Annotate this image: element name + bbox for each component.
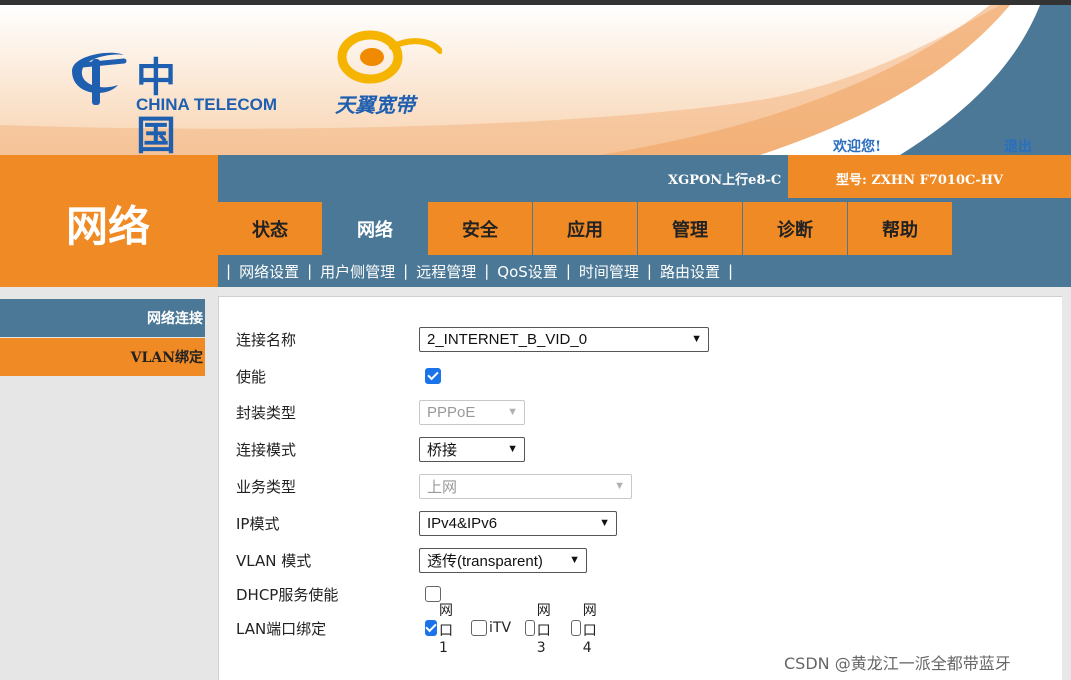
device-info-bar: XGPON上行e8-C 型号: ZXHN F7010C-HV <box>218 155 1071 198</box>
service-select: 上网 ▼ <box>419 473 632 499</box>
subtab-time[interactable]: 时间管理 <box>579 261 639 282</box>
vlan-mode-value: 透传(transparent) <box>427 552 543 570</box>
tab-diagnostics[interactable]: 诊断 <box>743 202 847 255</box>
china-telecom-emblem-icon <box>72 52 127 105</box>
conn-name-label: 连接名称 <box>236 330 297 349</box>
tab-security[interactable]: 安全 <box>428 202 532 255</box>
encap-label: 封装类型 <box>236 403 297 422</box>
sidebar-item-vlan-binding[interactable]: VLAN绑定 <box>0 338 205 376</box>
subtab-network-settings[interactable]: 网络设置 <box>239 261 299 282</box>
ip-mode-label: IP模式 <box>236 514 280 533</box>
tab-application[interactable]: 应用 <box>533 202 637 255</box>
lan-port-itv[interactable]: iTV <box>471 620 511 636</box>
content-panel: 连接名称 2_INTERNET_B_VID_0 ▼ 使能 封装类型 PPPoE … <box>218 296 1062 680</box>
subtab-separator: | <box>307 262 313 280</box>
watermark-text: CSDN @黄龙江一派全都带蓝牙 <box>784 654 1011 673</box>
subtab-remote[interactable]: 远程管理 <box>416 261 476 282</box>
subtab-separator: | <box>484 262 490 280</box>
conn-mode-select[interactable]: 桥接 ▼ <box>419 436 525 462</box>
lan-port-itv-label: iTV <box>489 620 512 636</box>
subtab-separator: | <box>565 262 571 280</box>
lan-port-group: 网口1 iTV 网口3 网口4 <box>425 600 617 656</box>
page-title: 网络 <box>66 202 151 251</box>
chevron-down-icon: ▼ <box>569 554 580 566</box>
sidebar: 网络连接 VLAN绑定 <box>0 287 218 680</box>
subtab-qos[interactable]: QoS设置 <box>497 261 558 282</box>
dhcp-label: DHCP服务使能 <box>236 585 339 604</box>
encap-select: PPPoE ▼ <box>419 399 525 425</box>
tab-status[interactable]: 状态 <box>218 202 322 255</box>
ip-mode-value: IPv4&IPv6 <box>427 514 498 532</box>
subtab-user-side[interactable]: 用户侧管理 <box>320 261 395 282</box>
main-tabs: 状态 网络 安全 应用 管理 诊断 帮助 <box>218 198 1071 255</box>
lan-port-3-label: 网口3 <box>536 603 551 656</box>
service-label: 业务类型 <box>236 477 297 496</box>
lan-port-itv-checkbox[interactable] <box>471 620 487 636</box>
conn-mode-label: 连接模式 <box>236 440 297 459</box>
subtab-separator: | <box>226 262 232 280</box>
china-telecom-logo-en: CHINA TELECOM <box>136 95 278 114</box>
page-title-panel: 网络 <box>0 155 218 287</box>
lan-port-3[interactable]: 网口3 <box>525 600 557 656</box>
tianyi-swirl-icon <box>337 30 442 84</box>
vlan-mode-label: VLAN 模式 <box>236 551 312 570</box>
uplink-type: XGPON上行e8-C <box>668 173 782 188</box>
chevron-down-icon: ▼ <box>691 333 702 345</box>
chevron-down-icon: ▼ <box>507 406 518 418</box>
lan-port-1-label: 网口1 <box>439 603 453 656</box>
sidebar-item-network-connection[interactable]: 网络连接 <box>0 299 205 337</box>
tab-management[interactable]: 管理 <box>638 202 742 255</box>
lan-port-3-checkbox[interactable] <box>525 620 535 636</box>
lan-port-1[interactable]: 网口1 <box>425 600 457 656</box>
encap-value: PPPoE <box>427 403 476 421</box>
conn-name-value: 2_INTERNET_B_VID_0 <box>427 330 588 348</box>
logout-link[interactable]: 退出 <box>1004 136 1032 155</box>
lan-port-1-checkbox[interactable] <box>425 620 437 636</box>
subtab-separator: | <box>403 262 409 280</box>
conn-mode-value: 桥接 <box>427 441 458 459</box>
subtab-routing[interactable]: 路由设置 <box>660 261 720 282</box>
ip-mode-select[interactable]: IPv4&IPv6 ▼ <box>419 510 617 536</box>
conn-name-select[interactable]: 2_INTERNET_B_VID_0 ▼ <box>419 326 709 352</box>
enable-checkbox[interactable] <box>425 368 441 384</box>
tianyi-broadband-text: 天翼宽带 <box>335 93 415 117</box>
chevron-down-icon: ▼ <box>599 517 610 529</box>
enable-label: 使能 <box>236 367 267 386</box>
lan-port-4-label: 网口4 <box>582 603 597 656</box>
sub-tabs: | 网络设置 | 用户侧管理 | 远程管理 | QoS设置 | 时间管理 | 路… <box>218 255 1071 287</box>
lan-bind-label: LAN端口绑定 <box>236 619 327 638</box>
tab-help[interactable]: 帮助 <box>848 202 952 255</box>
model-panel: 型号: ZXHN F7010C-HV <box>788 155 1071 198</box>
subtab-separator: | <box>727 262 734 280</box>
lan-port-4[interactable]: 网口4 <box>571 600 603 656</box>
header: 中国电信 CHINA TELECOM 天翼宽带 欢迎您! 退出 <box>0 5 1071 155</box>
device-model: 型号: ZXHN F7010C-HV <box>836 173 1004 188</box>
chevron-down-icon: ▼ <box>614 480 625 492</box>
chevron-down-icon: ▼ <box>507 443 518 455</box>
tab-network[interactable]: 网络 <box>323 202 427 255</box>
vlan-mode-select[interactable]: 透传(transparent) ▼ <box>419 547 587 573</box>
lan-port-4-checkbox[interactable] <box>571 620 581 636</box>
subtab-separator: | <box>646 262 652 280</box>
welcome-text: 欢迎您! <box>833 139 882 155</box>
service-value: 上网 <box>427 478 458 496</box>
